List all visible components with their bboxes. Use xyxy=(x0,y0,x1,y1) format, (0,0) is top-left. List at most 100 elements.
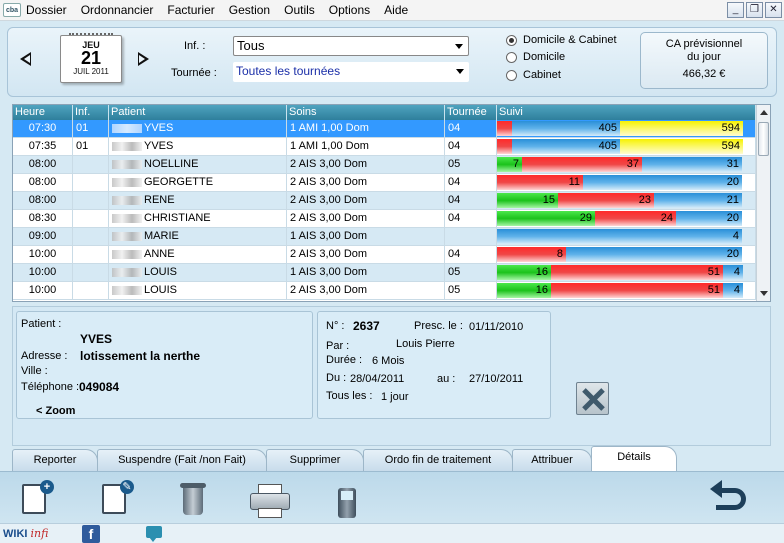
plus-icon: + xyxy=(40,480,54,494)
column-heure[interactable]: Heure xyxy=(13,105,73,120)
scroll-down-arrow-icon[interactable] xyxy=(760,291,768,296)
table-row[interactable]: 07:30 01 YVES 1 AMI 1,00 Dom 04 405 594 xyxy=(13,120,770,138)
menu-ordonnancier[interactable]: Ordonnancier xyxy=(81,3,154,17)
menu-dossier[interactable]: Dossier xyxy=(26,3,67,17)
wiki-infi-link[interactable]: WIKI infi xyxy=(3,527,48,540)
table-row[interactable]: 08:00 NOELLINE 2 AIS 3,00 Dom 05 7 37 31 xyxy=(13,156,770,174)
table-row[interactable]: 10:00 ANNE 2 AIS 3,00 Dom 04 8 20 xyxy=(13,246,770,264)
menu-options[interactable]: Options xyxy=(329,3,370,17)
patient-first-name: YVES xyxy=(144,140,174,152)
previous-day-arrow-icon[interactable] xyxy=(20,52,31,66)
table-row[interactable]: 08:00 RENE 2 AIS 3,00 Dom 04 15 23 21 xyxy=(13,192,770,210)
next-day-arrow-icon[interactable] xyxy=(138,52,149,66)
table-row[interactable]: 08:30 CHRISTIANE 2 AIS 3,00 Dom 04 29 24 20 xyxy=(13,210,770,228)
patient-first-name: GEORGETTE xyxy=(144,176,214,188)
patient-first-name: NOELLINE xyxy=(144,158,199,170)
back-button[interactable] xyxy=(710,478,754,520)
cell-patient: LOUIS xyxy=(109,282,287,299)
close-window-button[interactable]: ✕ xyxy=(765,2,782,18)
radio-domicile[interactable]: Domicile xyxy=(506,51,565,63)
progress-segment-red: 51 xyxy=(551,283,723,298)
cell-patient: NOELLINE xyxy=(109,156,287,173)
zoom-button[interactable]: < Zoom xyxy=(36,405,75,417)
grid-body: 07:30 01 YVES 1 AMI 1,00 Dom 04 405 594 07:35 01… xyxy=(13,120,770,300)
cell-tournee: 04 xyxy=(445,246,497,263)
phone-screen-icon xyxy=(341,491,353,500)
app-logo: cba xyxy=(3,3,21,17)
cell-soins: 1 AMI 1,00 Dom xyxy=(287,120,445,137)
telephone-value: 049084 xyxy=(79,380,120,394)
tab-ordo-fin-traitement[interactable]: Ordo fin de traitement xyxy=(363,449,513,471)
progress-segment-red xyxy=(497,139,512,154)
progress-segment-red: 11 xyxy=(497,175,583,190)
radio-cabinet-label: Cabinet xyxy=(523,69,561,81)
ca-value: 466,32 € xyxy=(682,68,726,80)
progress-segment-blue: 4 xyxy=(497,229,742,244)
cell-tournee: 04 xyxy=(445,192,497,209)
print-button[interactable] xyxy=(248,478,290,520)
menu-aide[interactable]: Aide xyxy=(384,3,408,17)
menu-outils[interactable]: Outils xyxy=(284,3,315,17)
scroll-up-arrow-icon[interactable] xyxy=(760,110,768,115)
ca-previsionnel-box: CA prévisionnel du jour 466,32 € xyxy=(640,32,768,89)
column-tournee[interactable]: Tournée xyxy=(445,105,497,120)
cell-inf: 01 xyxy=(73,120,109,137)
new-document-button[interactable]: + xyxy=(16,478,58,520)
table-row[interactable]: 10:00 LOUIS 1 AIS 3,00 Dom 05 16 51 4 xyxy=(13,264,770,282)
ca-title-line1: CA prévisionnel xyxy=(665,38,743,50)
delete-button[interactable] xyxy=(172,478,214,520)
tab-details[interactable]: Détails xyxy=(591,446,677,471)
radio-domicile-cabinet[interactable]: Domicile & Cabinet xyxy=(506,34,617,46)
num-value: 2637 xyxy=(353,319,380,333)
cell-soins: 2 AIS 3,00 Dom xyxy=(287,210,445,227)
calendar-date[interactable]: JEU 21 JUIL 2011 xyxy=(60,33,122,83)
redacted-name-icon xyxy=(112,195,142,205)
close-detail-icon[interactable] xyxy=(576,382,609,415)
mobile-sync-button[interactable] xyxy=(328,478,370,520)
tournee-select[interactable]: Toutes les tournées xyxy=(233,62,469,82)
restore-button[interactable]: ❐ xyxy=(746,2,763,18)
edit-document-button[interactable]: ✎ xyxy=(96,478,138,520)
scroll-thumb[interactable] xyxy=(758,122,769,156)
patient-name: YVES xyxy=(80,332,113,346)
tab-suspendre[interactable]: Suspendre (Fait /non Fait) xyxy=(97,449,267,471)
menu-bar: cba Dossier Ordonnancier Facturier Gesti… xyxy=(0,0,784,21)
radio-cabinet[interactable]: Cabinet xyxy=(506,69,561,81)
presc-value: 01/11/2010 xyxy=(469,321,524,333)
du-label: Du : xyxy=(326,372,347,384)
table-row[interactable]: 10:00 LOUIS 2 AIS 3,00 Dom 05 16 51 4 xyxy=(13,282,770,300)
table-row[interactable]: 08:00 GEORGETTE 2 AIS 3,00 Dom 04 11 20 xyxy=(13,174,770,192)
chat-icon[interactable] xyxy=(146,526,162,542)
column-soins[interactable]: Soins xyxy=(287,105,445,120)
progress-segment-blue: 405 xyxy=(512,139,620,154)
facebook-icon[interactable]: f xyxy=(82,525,100,543)
patient-first-name: CHRISTIANE xyxy=(144,212,211,224)
tab-attribuer[interactable]: Attribuer xyxy=(512,449,592,471)
calendar-rings-icon xyxy=(69,33,113,38)
menu-facturier[interactable]: Facturier xyxy=(167,3,214,17)
tab-supprimer[interactable]: Supprimer xyxy=(266,449,364,471)
column-patient[interactable]: Patient xyxy=(109,105,287,120)
grid-scrollbar[interactable] xyxy=(756,105,770,301)
inf-select[interactable]: Tous xyxy=(233,36,469,56)
progress-segment-red: 51 xyxy=(551,265,723,280)
cell-tournee: 04 xyxy=(445,120,497,137)
cell-soins: 2 AIS 3,00 Dom xyxy=(287,246,445,263)
redacted-name-icon xyxy=(112,249,142,259)
minimize-button[interactable]: _ xyxy=(727,2,744,18)
table-row[interactable]: 09:00 MARIE 1 AIS 3,00 Dom 4 xyxy=(13,228,770,246)
cell-tournee: 05 xyxy=(445,156,497,173)
cell-heure: 08:00 xyxy=(13,192,73,209)
tab-reporter[interactable]: Reporter xyxy=(12,449,98,471)
patient-card: Patient : YVES Adresse : lotissement la … xyxy=(16,311,313,419)
status-bar: WIKI infi f xyxy=(0,523,784,543)
menu-gestion[interactable]: Gestion xyxy=(229,3,270,17)
duree-value: 6 Mois xyxy=(372,355,405,367)
table-row[interactable]: 07:35 01 YVES 1 AMI 1,00 Dom 04 405 594 xyxy=(13,138,770,156)
column-inf[interactable]: Inf. xyxy=(73,105,109,120)
cell-heure: 07:30 xyxy=(13,120,73,137)
column-suivi[interactable]: Suivi xyxy=(497,105,756,120)
cell-suivi: 7 37 31 xyxy=(497,156,756,173)
cell-heure: 07:35 xyxy=(13,138,73,155)
cell-suivi: 11 20 xyxy=(497,174,756,191)
